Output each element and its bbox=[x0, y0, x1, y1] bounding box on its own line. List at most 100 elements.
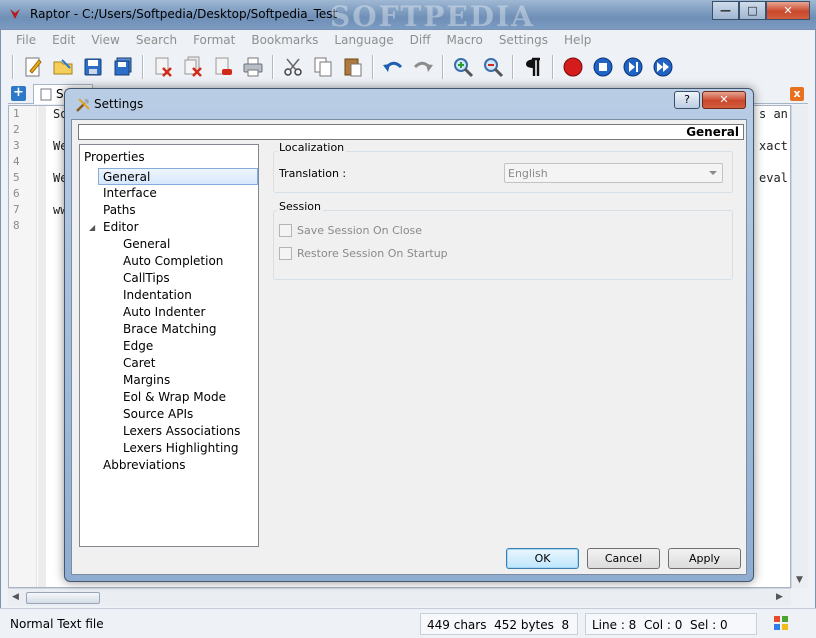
tree-item-edge[interactable]: Edge bbox=[123, 338, 153, 355]
open-file-button[interactable] bbox=[50, 54, 76, 80]
properties-tree[interactable]: Properties General Interface Paths ◢ Edi… bbox=[79, 144, 259, 547]
maximize-button[interactable]: □ bbox=[739, 1, 766, 20]
minimize-button[interactable]: — bbox=[712, 1, 739, 20]
tree-item-eol-wrap-mode[interactable]: Eol & Wrap Mode bbox=[123, 389, 226, 406]
record-macro-icon bbox=[563, 57, 583, 77]
document-tab-label: S bbox=[56, 87, 64, 101]
close-button[interactable]: ✕ bbox=[766, 1, 810, 20]
menu-macro[interactable]: Macro bbox=[438, 31, 490, 51]
close-others-icon bbox=[215, 57, 232, 75]
status-doc-stats: 449 chars 452 bytes 8 lines bbox=[420, 613, 578, 635]
toolbar-separator bbox=[512, 55, 514, 79]
menu-view[interactable]: View bbox=[83, 31, 127, 51]
dialog-help-button[interactable]: ? bbox=[674, 91, 700, 109]
tree-item-indentation[interactable]: Indentation bbox=[123, 287, 192, 304]
scroll-right-arrow-icon[interactable]: ▶ bbox=[776, 592, 783, 602]
tree-item-editor-general[interactable]: General bbox=[123, 236, 170, 253]
zoom-in-button[interactable] bbox=[450, 54, 476, 80]
play-macro-button[interactable] bbox=[620, 54, 646, 80]
tree-item-calltips[interactable]: CallTips bbox=[123, 270, 170, 287]
undo-button[interactable] bbox=[380, 54, 406, 80]
tree-item-auto-completion[interactable]: Auto Completion bbox=[123, 253, 223, 270]
toolbar-separator bbox=[442, 55, 444, 79]
play-macro-icon bbox=[623, 57, 643, 77]
save-all-icon bbox=[114, 57, 132, 76]
cut-button[interactable] bbox=[280, 54, 306, 80]
tree-item-auto-indenter[interactable]: Auto Indenter bbox=[123, 304, 205, 321]
menu-diff[interactable]: Diff bbox=[402, 31, 439, 51]
save-all-button[interactable] bbox=[110, 54, 136, 80]
redo-icon bbox=[413, 61, 433, 72]
tree-item-margins[interactable]: Margins bbox=[123, 372, 170, 389]
tree-item-paths[interactable]: Paths bbox=[103, 202, 136, 219]
ok-button[interactable]: OK bbox=[506, 548, 579, 569]
dialog-close-button[interactable]: ✕ bbox=[702, 91, 746, 109]
menu-file[interactable]: File bbox=[8, 31, 44, 51]
menu-bookmarks[interactable]: Bookmarks bbox=[243, 31, 326, 51]
pilcrow-icon bbox=[526, 57, 540, 76]
save-session-checkbox[interactable] bbox=[279, 224, 292, 237]
restore-session-label: Restore Session On Startup bbox=[297, 247, 448, 260]
scroll-down-arrow-icon[interactable]: ▼ bbox=[796, 575, 803, 585]
section-heading: General bbox=[686, 125, 739, 139]
cancel-button[interactable]: Cancel bbox=[587, 548, 660, 569]
record-macro-button[interactable] bbox=[560, 54, 586, 80]
tree-item-caret[interactable]: Caret bbox=[123, 355, 156, 372]
menu-bar: File Edit View Search Format Bookmarks L… bbox=[8, 31, 599, 51]
tree-item-interface[interactable]: Interface bbox=[103, 185, 157, 202]
tree-item-editor[interactable]: Editor bbox=[103, 219, 139, 236]
stop-macro-button[interactable] bbox=[590, 54, 616, 80]
line-number: 4 bbox=[13, 155, 20, 168]
close-file-button[interactable] bbox=[150, 54, 176, 80]
restore-session-checkbox[interactable] bbox=[279, 247, 292, 260]
fast-forward-macro-button[interactable] bbox=[650, 54, 676, 80]
tree-item-source-apis[interactable]: Source APIs bbox=[123, 406, 193, 423]
close-tab-button[interactable]: x bbox=[790, 87, 804, 101]
show-whitespace-button[interactable] bbox=[520, 54, 546, 80]
restore-session-checkbox-row[interactable]: Restore Session On Startup bbox=[279, 247, 448, 260]
tree-item-general[interactable]: General bbox=[98, 168, 258, 185]
tree-expander-icon[interactable]: ◢ bbox=[89, 223, 95, 232]
menu-settings[interactable]: Settings bbox=[491, 31, 556, 51]
open-folder-icon bbox=[53, 59, 73, 75]
menu-search[interactable]: Search bbox=[128, 31, 185, 51]
fast-forward-macro-icon bbox=[653, 57, 673, 77]
print-button[interactable] bbox=[240, 54, 266, 80]
new-file-button[interactable] bbox=[20, 54, 46, 80]
tree-item-brace-matching[interactable]: Brace Matching bbox=[123, 321, 217, 338]
translation-select[interactable]: English bbox=[504, 163, 723, 183]
add-tab-button[interactable]: + bbox=[11, 86, 26, 101]
paste-button[interactable] bbox=[340, 54, 366, 80]
raptor-app-icon bbox=[10, 9, 20, 19]
zoom-out-button[interactable] bbox=[480, 54, 506, 80]
tools-icon bbox=[76, 98, 90, 112]
close-file-icon bbox=[155, 57, 172, 77]
title-bar[interactable]: Raptor - C:/Users/Softpedia/Desktop/Soft… bbox=[0, 0, 816, 33]
scroll-left-arrow-icon[interactable]: ◀ bbox=[12, 592, 19, 602]
status-line: Line : 8 bbox=[592, 618, 637, 632]
close-others-button[interactable] bbox=[210, 54, 236, 80]
horizontal-scroll-thumb[interactable] bbox=[26, 592, 100, 604]
copy-button[interactable] bbox=[310, 54, 336, 80]
code-line-suffix: xact bbox=[759, 139, 788, 153]
save-session-checkbox-row[interactable]: Save Session On Close bbox=[279, 224, 422, 237]
session-group bbox=[273, 210, 733, 280]
horizontal-scrollbar[interactable]: ◀ ▶ bbox=[8, 588, 791, 606]
vertical-scrollbar[interactable]: ▼ bbox=[791, 105, 808, 588]
menu-edit[interactable]: Edit bbox=[44, 31, 83, 51]
line-number: 6 bbox=[13, 187, 20, 200]
save-button[interactable] bbox=[80, 54, 106, 80]
tree-item-lexers-associations[interactable]: Lexers Associations bbox=[123, 423, 240, 440]
chevron-down-icon bbox=[709, 171, 717, 175]
apply-button[interactable]: Apply bbox=[668, 548, 741, 569]
line-number: 3 bbox=[13, 139, 20, 152]
menu-language[interactable]: Language bbox=[326, 31, 401, 51]
close-all-button[interactable] bbox=[180, 54, 206, 80]
windows-logo-icon bbox=[774, 616, 788, 630]
tree-item-lexers-highlighting[interactable]: Lexers Highlighting bbox=[123, 440, 239, 457]
tree-item-abbreviations[interactable]: Abbreviations bbox=[103, 457, 186, 474]
menu-format[interactable]: Format bbox=[185, 31, 243, 51]
localization-group-label: Localization bbox=[277, 141, 347, 154]
redo-button[interactable] bbox=[410, 54, 436, 80]
menu-help[interactable]: Help bbox=[556, 31, 599, 51]
